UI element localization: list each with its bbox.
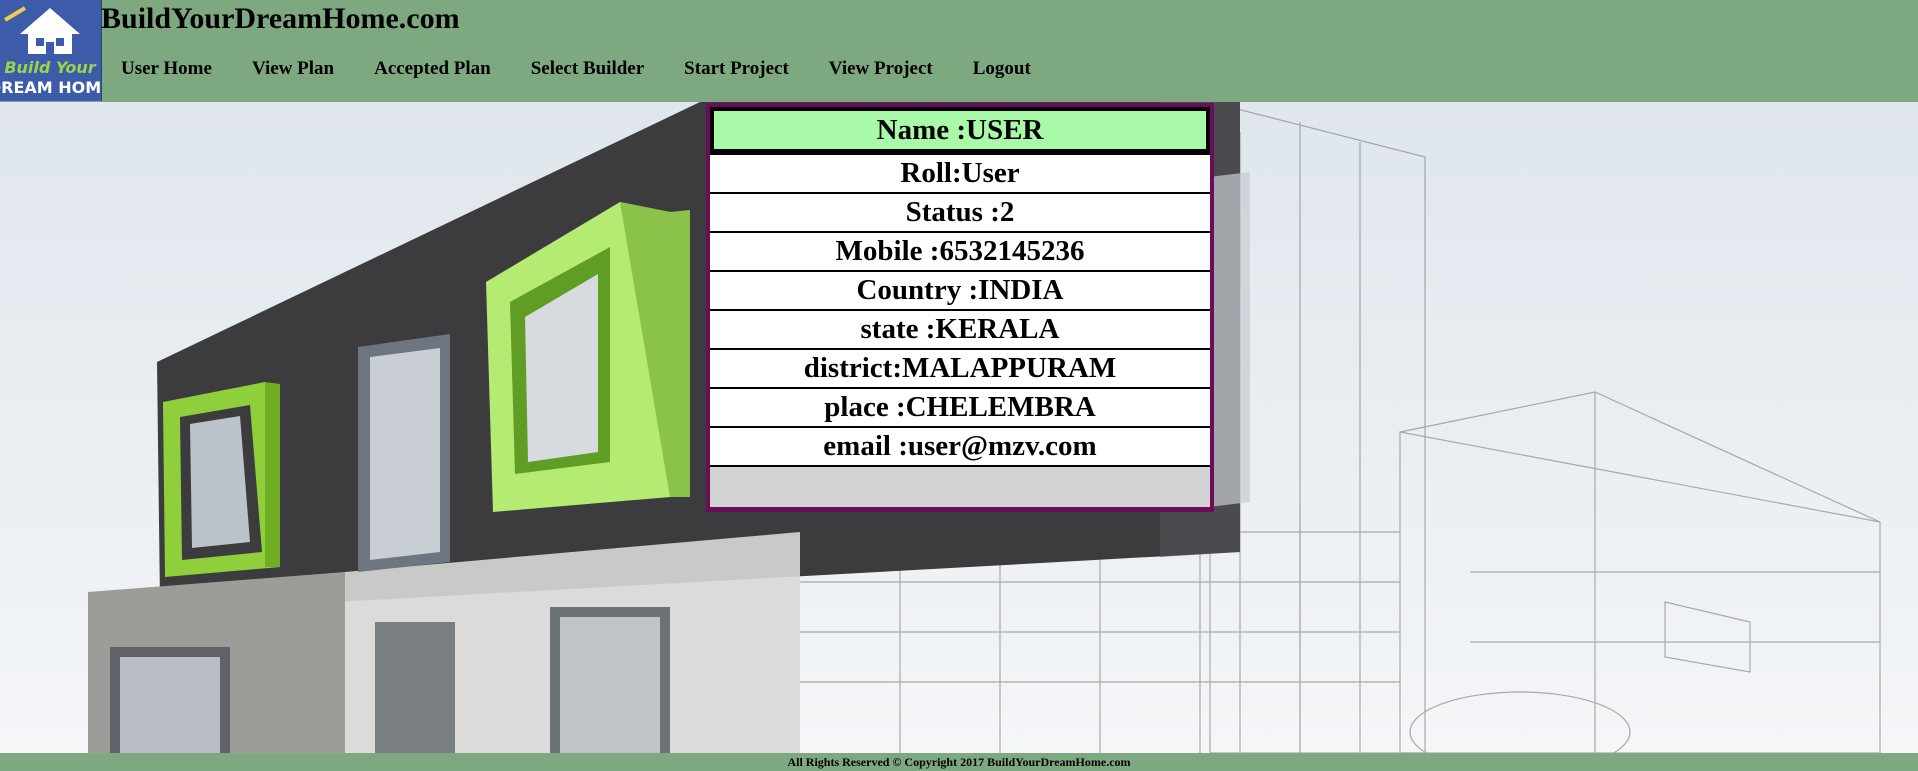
profile-state: state :KERALA — [710, 311, 1210, 348]
profile-district: district:MALAPPURAM — [710, 350, 1210, 387]
house-logo-icon: Build Your DREAM HOME — [0, 0, 101, 101]
profile-table: Name :USER Roll:User Status :2 Mobile :6… — [710, 107, 1210, 507]
nav-view-project[interactable]: View Project — [829, 58, 933, 80]
profile-status: Status :2 — [710, 194, 1210, 231]
nav-view-plan[interactable]: View Plan — [252, 58, 334, 80]
profile-roll: Roll:User — [710, 155, 1210, 192]
site-logo[interactable]: Build Your DREAM HOME — [0, 0, 102, 101]
logo-text-line2: DREAM HOME — [0, 78, 101, 97]
nav-select-builder[interactable]: Select Builder — [531, 58, 644, 80]
site-title: BuildYourDreamHome.com — [101, 2, 460, 35]
nav-accepted-plan[interactable]: Accepted Plan — [374, 58, 491, 80]
logo-text-line1: Build Your — [4, 58, 96, 77]
profile-empty-row — [710, 467, 1210, 507]
nav-start-project[interactable]: Start Project — [684, 58, 789, 80]
profile-mobile: Mobile :6532145236 — [710, 233, 1210, 270]
user-profile-card: Name :USER Roll:User Status :2 Mobile :6… — [706, 103, 1214, 512]
site-header: Build Your DREAM HOME BuildYourDreamHome… — [0, 0, 1918, 102]
profile-email: email :user@mzv.com — [710, 428, 1210, 465]
profile-place: place :CHELEMBRA — [710, 389, 1210, 426]
profile-name: Name :USER — [714, 111, 1206, 149]
nav-logout[interactable]: Logout — [973, 58, 1031, 80]
nav-user-home[interactable]: User Home — [121, 58, 212, 80]
site-footer: All Rights Reserved © Copyright 2017 Bui… — [0, 753, 1918, 771]
profile-country: Country :INDIA — [710, 272, 1210, 309]
profile-name-row: Name :USER — [710, 107, 1210, 153]
main-nav: User Home View Plan Accepted Plan Select… — [121, 58, 1071, 80]
